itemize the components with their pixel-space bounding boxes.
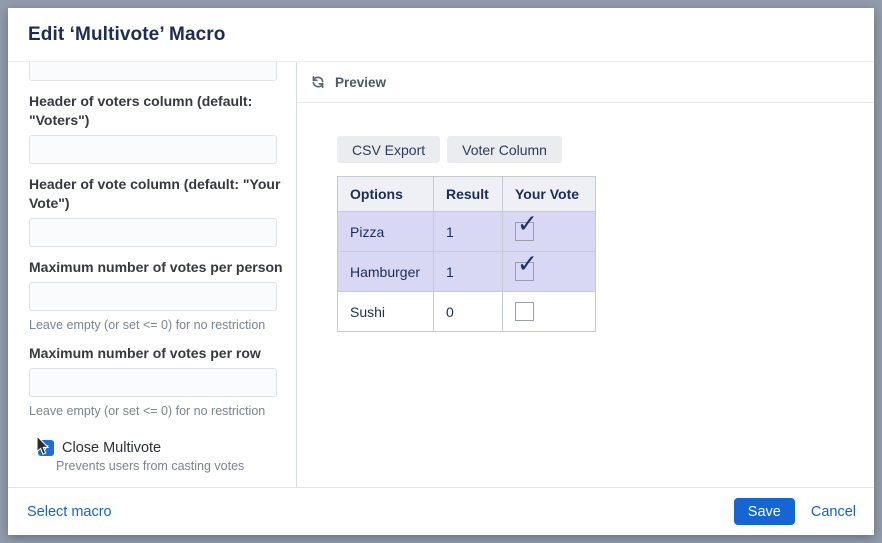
field-label-max-votes-row: Maximum number of votes per row <box>29 344 284 363</box>
max-votes-row-input[interactable] <box>29 368 277 397</box>
result-cell: 1 <box>434 212 503 252</box>
vote-cell <box>503 292 596 332</box>
field-label-voters-header: Header of voters column (default: "Voter… <box>29 92 284 130</box>
select-macro-link[interactable]: Select macro <box>27 504 112 520</box>
refresh-icon[interactable] <box>310 74 326 90</box>
option-cell: Hamburger <box>338 252 434 292</box>
voter-column-button[interactable]: Voter Column <box>447 136 562 163</box>
csv-export-button[interactable]: CSV Export <box>337 136 440 163</box>
edit-macro-dialog: Edit ‘Multivote’ Macro Header of voters … <box>8 8 874 535</box>
table-row: Hamburger1 ✓ <box>338 252 596 292</box>
modal-backdrop: Edit ‘Multivote’ Macro Header of voters … <box>0 0 882 543</box>
macro-params-panel: Header of voters column (default: "Voter… <box>8 62 297 487</box>
voters-header-input[interactable] <box>29 135 277 164</box>
preview-header: Preview <box>297 62 874 103</box>
cancel-link[interactable]: Cancel <box>811 504 856 520</box>
dialog-body: Header of voters column (default: "Voter… <box>8 62 874 487</box>
vote-checkbox[interactable]: ✓ <box>515 222 534 241</box>
result-cell: 1 <box>434 252 503 292</box>
max-votes-person-hint: Leave empty (or set <= 0) for no restric… <box>29 318 284 333</box>
mouse-cursor-icon <box>36 436 50 457</box>
close-multivote-hint: Prevents users from casting votes <box>56 459 284 474</box>
vote-cell: ✓ <box>503 252 596 292</box>
checkmark-icon: ✓ <box>517 211 538 236</box>
footer-actions: Save Cancel <box>734 498 856 525</box>
partial-input[interactable] <box>29 62 277 81</box>
result-column-header: Result <box>434 177 503 212</box>
table-header-row: Options Result Your Vote <box>338 177 596 212</box>
close-multivote-row: ✓ Close Multivote <box>38 440 284 456</box>
your-vote-column-header: Your Vote <box>503 177 596 212</box>
votes-table: Options Result Your Vote Pizza1✓Hamburge… <box>337 176 596 332</box>
table-row: Sushi0 <box>338 292 596 332</box>
options-column-header: Options <box>338 177 434 212</box>
preview-panel: Preview CSV Export Voter Column Options … <box>297 62 874 487</box>
page-title: Edit ‘Multivote’ Macro <box>28 24 226 46</box>
option-cell: Sushi <box>338 292 434 332</box>
dialog-header: Edit ‘Multivote’ Macro <box>8 8 874 62</box>
vote-cell: ✓ <box>503 212 596 252</box>
max-votes-person-input[interactable] <box>29 282 277 311</box>
result-cell: 0 <box>434 292 503 332</box>
vote-checkbox[interactable] <box>515 302 534 321</box>
table-row: Pizza1 ✓ <box>338 212 596 252</box>
preview-content: CSV Export Voter Column Options Result Y… <box>297 103 874 332</box>
dialog-footer: Select macro Save Cancel <box>8 487 874 535</box>
vote-header-input[interactable] <box>29 218 277 247</box>
vote-checkbox[interactable]: ✓ <box>515 262 534 281</box>
save-button[interactable]: Save <box>734 498 795 525</box>
field-label-max-votes-person: Maximum number of votes per person <box>29 258 284 277</box>
option-cell: Pizza <box>338 212 434 252</box>
close-multivote-label: Close Multivote <box>62 440 161 456</box>
field-label-vote-header: Header of vote column (default: "Your Vo… <box>29 175 284 213</box>
preview-toolbar: CSV Export Voter Column <box>337 136 874 163</box>
checkmark-icon: ✓ <box>517 251 538 276</box>
max-votes-row-hint: Leave empty (or set <= 0) for no restric… <box>29 404 284 419</box>
preview-title: Preview <box>335 75 386 90</box>
